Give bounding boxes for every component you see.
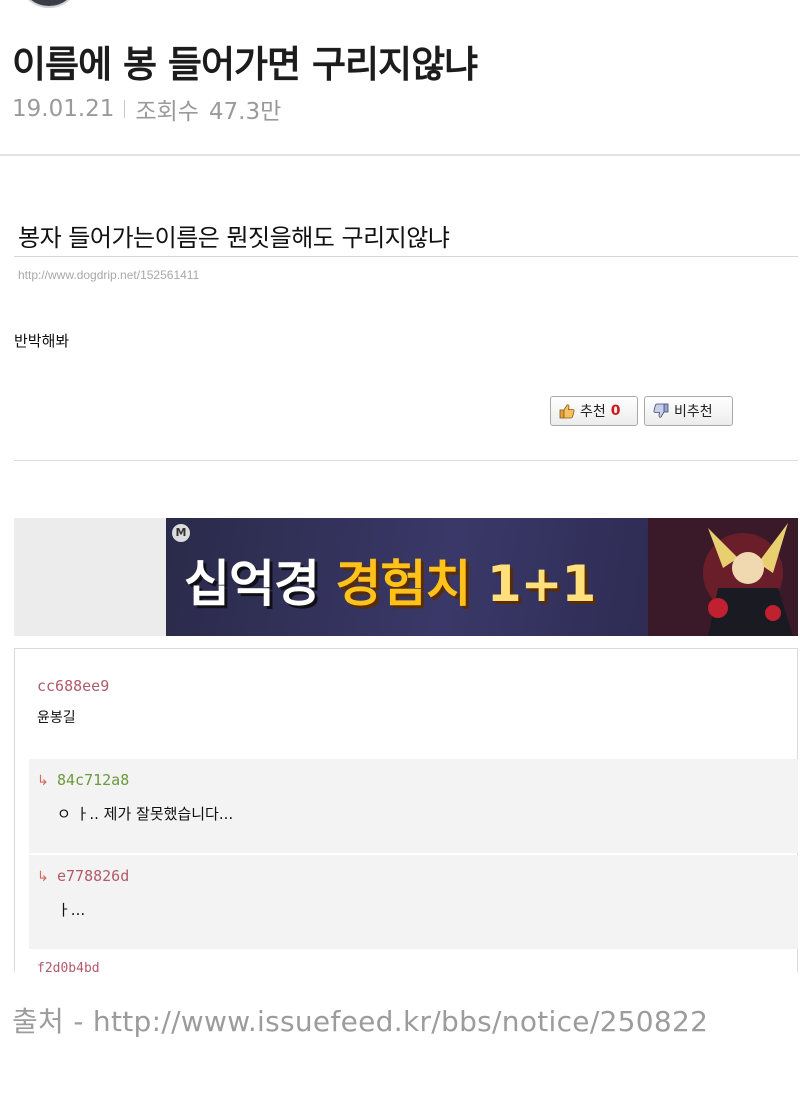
not-recommend-label: 비추천	[674, 404, 713, 420]
reply-author: e778826d	[57, 867, 130, 885]
post-date: 19.01.21	[12, 96, 115, 122]
comment-text: 윤봉길	[37, 710, 76, 726]
recommend-button[interactable]: 추천 0	[550, 396, 638, 426]
embed-section-divider	[14, 460, 798, 461]
post-meta: 19.01.21 조회수 47.3만	[12, 92, 281, 126]
reply-comment: ↳ e778826d ㅏ...	[29, 855, 798, 949]
embedded-post-screenshot: 봉자 들어가는이름은 뭔짓을해도 구리지않냐 http://www.dogdri…	[12, 200, 798, 972]
ad-area: M 십억경 경험치 1+1	[14, 518, 798, 636]
embed-body-text: 반박해봐	[14, 332, 70, 350]
reply-arrow-icon: ↳	[37, 773, 49, 789]
comment-author-cutoff: f2d0b4bd	[37, 961, 100, 972]
not-recommend-button[interactable]: 비추천	[644, 396, 733, 426]
reply-arrow-icon: ↳	[37, 869, 49, 885]
embed-url-link[interactable]: http://www.dogdrip.net/152561411	[18, 268, 199, 282]
embed-title-divider	[14, 256, 798, 257]
reply-comment: ↳ 84c712a8 ㅇ ㅏ.. 제가 잘못했습니다...	[29, 759, 798, 853]
thumbs-up-icon	[559, 404, 575, 419]
recommend-label: 추천	[580, 404, 606, 420]
ad-character-illustration	[648, 518, 798, 636]
comment-author: cc688ee9	[37, 677, 110, 695]
source-link[interactable]: 출처 - http://www.issuefeed.kr/bbs/notice/…	[12, 1000, 708, 1040]
post-title: 이름에 봉 들어가면 구리지않냐	[12, 43, 478, 86]
ad-banner[interactable]: M 십억경 경험치 1+1	[166, 518, 798, 636]
ad-logo: M	[172, 524, 190, 542]
recommend-count: 0	[610, 403, 621, 419]
ad-text-1: 십억경	[184, 555, 320, 613]
meta-divider	[124, 100, 126, 118]
reply-text: ㅏ...	[57, 901, 86, 919]
reply-author: 84c712a8	[57, 771, 130, 789]
comment-section: cc688ee9 윤봉길 ↳ 84c712a8 ㅇ ㅏ.. 제가 잘못했습니다.…	[14, 648, 798, 972]
avatar[interactable]	[22, 0, 76, 8]
thumbs-down-icon	[653, 403, 669, 418]
ad-text-3: 1+1	[486, 555, 596, 613]
ad-text-2: 경험치	[335, 555, 471, 613]
views-label: 조회수	[135, 99, 199, 125]
reply-text: ㅇ ㅏ.. 제가 잘못했습니다...	[57, 805, 234, 823]
views-count: 47.3만	[208, 99, 282, 125]
header-divider	[0, 154, 800, 156]
embed-title: 봉자 들어가는이름은 뭔짓을해도 구리지않냐	[18, 224, 450, 252]
ad-headline: 십억경 경험치 1+1	[184, 544, 596, 616]
